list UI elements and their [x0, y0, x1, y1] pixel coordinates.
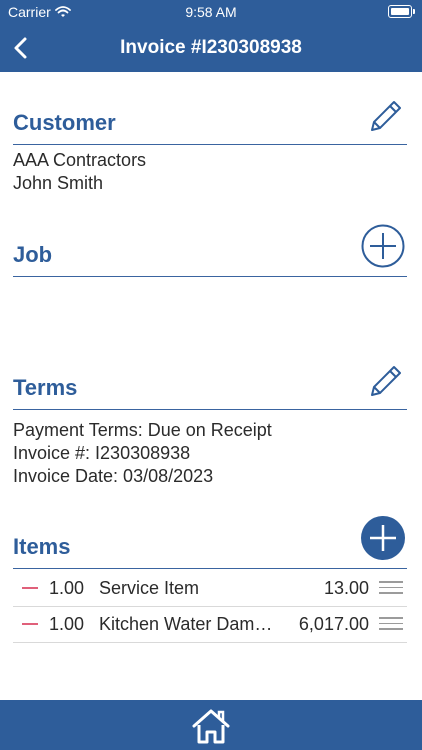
add-circle-icon [361, 516, 405, 560]
customer-section-header: Customer [13, 96, 407, 145]
items-section-header: Items [13, 516, 407, 569]
edit-pencil-icon [371, 101, 401, 131]
status-time: 9:58 AM [185, 4, 237, 20]
job-section-header: Job [13, 224, 407, 277]
page-title: Invoice #I230308938 [120, 37, 302, 58]
item-quantity: 1.00 [49, 614, 85, 634]
invoice-date: Invoice Date: 03/08/2023 [13, 466, 214, 486]
add-circle-icon [361, 224, 405, 268]
line-item-row[interactable]: 1.00 Kitchen Water Dam… 6,017.00 [13, 606, 407, 643]
home-icon [192, 709, 230, 744]
invoice-number: Invoice #: I230308938 [13, 443, 191, 463]
item-description: Service Item [99, 578, 200, 598]
edit-pencil-icon [371, 366, 401, 396]
edit-customer-button[interactable] [367, 97, 405, 140]
terms-section-header: Terms [13, 361, 407, 410]
nav-bar: Invoice #I230308938 [0, 24, 422, 72]
edit-terms-button[interactable] [367, 362, 405, 405]
drag-handle-icon[interactable] [379, 581, 403, 595]
drag-handle-icon[interactable] [379, 617, 403, 631]
item-amount: 6,017.00 [298, 614, 369, 634]
bottom-bar [0, 700, 422, 750]
item-description: Kitchen Water Dam… [99, 614, 273, 634]
line-item-row[interactable]: 1.00 Service Item 13.00 [13, 570, 407, 607]
remove-minus-icon[interactable] [22, 623, 38, 625]
customer-company: AAA Contractors [13, 150, 147, 170]
terms-section-title: Terms [13, 375, 78, 400]
item-amount: 13.00 [323, 578, 369, 598]
add-item-button[interactable] [360, 515, 406, 566]
items-section-title: Items [13, 534, 71, 559]
remove-minus-icon[interactable] [22, 587, 38, 589]
add-job-button[interactable] [361, 224, 405, 273]
battery-icon [388, 5, 415, 18]
customer-section-title: Customer [13, 110, 116, 135]
item-quantity: 1.00 [49, 578, 85, 598]
job-section-title: Job [13, 242, 53, 267]
payment-terms: Payment Terms: Due on Receipt [13, 420, 272, 440]
home-button[interactable] [192, 708, 230, 744]
customer-contact: John Smith [13, 173, 104, 193]
status-bar: Carrier 9:58 AM [0, 0, 422, 24]
